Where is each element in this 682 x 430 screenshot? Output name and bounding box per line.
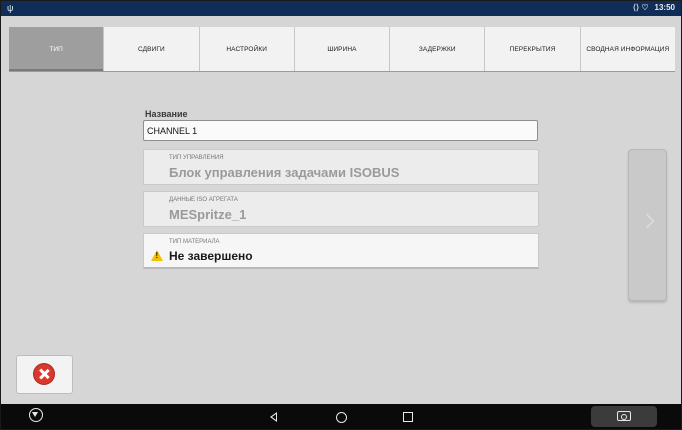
chevron-right-icon (639, 213, 655, 229)
close-icon (34, 364, 54, 384)
camera-icon (617, 411, 631, 421)
tab-bar: ТИП СДВИГИ НАСТРОЙКИ ШИРИНА ЗАДЕРЖКИ ПЕР… (9, 27, 675, 72)
tab-width[interactable]: ШИРИНА (295, 27, 391, 71)
material-type-value: Не завершено (169, 249, 253, 263)
back-icon[interactable] (270, 412, 277, 422)
control-type-value: Блок управления задачами ISOBUS (169, 165, 400, 180)
tab-offsets[interactable]: СДВИГИ (104, 27, 200, 71)
iso-data-caption: ДАННЫЕ ISO АГРЕГАТА (169, 197, 238, 203)
recents-icon[interactable] (403, 412, 413, 422)
tab-summary[interactable]: СВОДНАЯ ИНФОРМАЦИЯ (581, 27, 675, 71)
clock: 13:50 (654, 3, 675, 12)
name-label: Название (145, 109, 188, 119)
home-icon[interactable] (29, 408, 43, 422)
next-button[interactable] (628, 149, 667, 301)
usb-icon: ψ (7, 3, 14, 13)
material-type-caption: ТИП МАТЕРИАЛА (169, 239, 220, 245)
home-circle-icon[interactable] (336, 412, 347, 423)
control-type-caption: ТИП УПРАВЛЕНИЯ (169, 155, 224, 161)
tab-settings[interactable]: НАСТРОЙКИ (200, 27, 295, 71)
iso-data-value: MESpritze_1 (169, 207, 247, 222)
warning-icon (151, 250, 163, 261)
cancel-button[interactable] (16, 355, 73, 394)
tab-type[interactable]: ТИП (9, 27, 105, 71)
iso-data-field[interactable]: ДАННЫЕ ISO АГРЕГАТА MESpritze_1 (143, 191, 539, 227)
main-content: Название CHANNEL 1 ТИП УПРАВЛЕНИЯ Блок у… (1, 72, 681, 404)
navigation-bar (1, 404, 681, 429)
app-frame: ψ ⟨⟩ ♡ 13:50 ТИП СДВИГИ НАСТРОЙКИ ШИРИНА… (0, 0, 682, 430)
tab-delays[interactable]: ЗАДЕРЖКИ (390, 27, 486, 71)
material-type-field[interactable]: ТИП МАТЕРИАЛА Не завершено (143, 233, 539, 269)
status-bar: ψ ⟨⟩ ♡ 13:50 (1, 1, 681, 16)
control-type-field[interactable]: ТИП УПРАВЛЕНИЯ Блок управления задачами … (143, 149, 539, 185)
screenshot-button[interactable] (591, 406, 657, 427)
name-input[interactable]: CHANNEL 1 (143, 120, 538, 141)
tab-overlaps[interactable]: ПЕРЕКРЫТИЯ (485, 27, 581, 71)
signal-icons: ⟨⟩ ♡ (632, 3, 649, 12)
